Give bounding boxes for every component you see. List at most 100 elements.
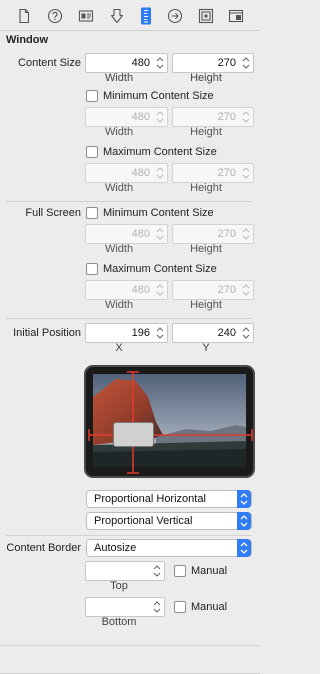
- max-height-stepper[interactable]: 270: [172, 163, 254, 183]
- fs-min-height-caption: Height: [190, 243, 222, 255]
- vertical-position-popup[interactable]: Proportional Vertical: [86, 512, 252, 530]
- content-height-stepper[interactable]: 270: [172, 53, 254, 73]
- position-guides: [88, 371, 253, 474]
- maximum-content-size-checkbox[interactable]: Maximum Content Size: [86, 146, 217, 158]
- checkbox-box[interactable]: [86, 207, 98, 219]
- window-preview-handle[interactable]: [113, 422, 154, 447]
- divider: [6, 535, 252, 536]
- chevron-updown-icon[interactable]: [237, 539, 251, 557]
- max-width-value: 480: [131, 167, 150, 179]
- min-height-value: 270: [217, 111, 236, 123]
- stepper-arrows-icon[interactable]: [155, 227, 165, 241]
- stepper-arrows-icon[interactable]: [241, 227, 251, 241]
- stepper-arrows-icon[interactable]: [155, 56, 165, 70]
- stepper-arrows-icon[interactable]: [241, 283, 251, 297]
- stepper-arrows-icon[interactable]: [152, 600, 162, 614]
- max-height-caption: Height: [190, 182, 222, 194]
- stepper-arrows-icon[interactable]: [152, 564, 162, 578]
- chevron-updown-icon[interactable]: [237, 490, 251, 508]
- stepper-arrows-icon[interactable]: [155, 326, 165, 340]
- chevron-updown-icon[interactable]: [237, 512, 251, 530]
- initial-y-stepper[interactable]: 240: [172, 323, 254, 343]
- section-title-window: Window: [6, 34, 49, 46]
- content-width-stepper[interactable]: 480: [85, 53, 168, 73]
- max-width-stepper[interactable]: 480: [85, 163, 168, 183]
- divider: [0, 645, 260, 646]
- fs-min-width-caption: Width: [104, 243, 134, 255]
- connections-arrow-icon[interactable]: [167, 8, 183, 24]
- stepper-arrows-icon[interactable]: [241, 326, 251, 340]
- fs-max-width-caption: Width: [104, 299, 134, 311]
- fs-max-width-stepper[interactable]: 480: [85, 280, 168, 300]
- fs-maximum-content-size-checkbox[interactable]: Maximum Content Size: [86, 263, 217, 275]
- minimum-content-size-checkbox[interactable]: Minimum Content Size: [86, 90, 214, 102]
- content-border-label: Content Border: [6, 542, 81, 554]
- border-bottom-caption: Bottom: [101, 616, 137, 628]
- initial-x-caption: X: [115, 342, 123, 354]
- minimum-content-size-label: Minimum Content Size: [103, 90, 214, 102]
- min-width-caption: Width: [104, 126, 134, 138]
- checkbox-box[interactable]: [86, 90, 98, 102]
- stepper-arrows-icon[interactable]: [241, 56, 251, 70]
- content-border-popup[interactable]: Autosize: [86, 539, 252, 557]
- max-width-caption: Width: [104, 182, 134, 194]
- horizontal-position-popup[interactable]: Proportional Horizontal: [86, 490, 252, 508]
- border-bottom-stepper[interactable]: [85, 597, 165, 617]
- fs-min-height-value: 270: [217, 228, 236, 240]
- fs-max-height-caption: Height: [190, 299, 222, 311]
- content-border-value: Autosize: [94, 542, 137, 554]
- checkbox-box[interactable]: [174, 565, 186, 577]
- border-top-manual-checkbox[interactable]: Manual: [174, 565, 227, 577]
- fs-max-width-value: 480: [131, 284, 150, 296]
- content-width-caption: Width: [104, 72, 134, 84]
- min-width-stepper[interactable]: 480: [85, 107, 168, 127]
- border-top-stepper[interactable]: [85, 561, 165, 581]
- full-screen-label: Full Screen: [25, 207, 81, 219]
- fs-max-height-value: 270: [217, 284, 236, 296]
- border-top-caption: Top: [110, 580, 128, 592]
- initial-y-value: 240: [217, 327, 236, 339]
- position-preview-monitor[interactable]: [84, 365, 255, 478]
- border-bottom-manual-checkbox[interactable]: Manual: [174, 601, 227, 613]
- identity-icon[interactable]: [78, 8, 94, 24]
- fs-minimum-content-size-label: Minimum Content Size: [103, 207, 214, 219]
- effects-icon[interactable]: [228, 8, 244, 24]
- min-height-stepper[interactable]: 270: [172, 107, 254, 127]
- attributes-icon[interactable]: [109, 8, 125, 24]
- help-icon[interactable]: [47, 8, 63, 24]
- size-ruler-icon[interactable]: [138, 7, 154, 25]
- bindings-icon[interactable]: [198, 8, 214, 24]
- initial-position-label: Initial Position: [13, 327, 81, 339]
- stepper-arrows-icon[interactable]: [241, 166, 251, 180]
- min-height-caption: Height: [190, 126, 222, 138]
- checkbox-box[interactable]: [86, 263, 98, 275]
- content-size-label: Content Size: [18, 57, 81, 69]
- initial-x-value: 196: [131, 327, 150, 339]
- fs-minimum-content-size-checkbox[interactable]: Minimum Content Size: [86, 207, 214, 219]
- stepper-arrows-icon[interactable]: [241, 110, 251, 124]
- file-icon[interactable]: [16, 8, 32, 24]
- max-height-value: 270: [217, 167, 236, 179]
- checkbox-box[interactable]: [86, 146, 98, 158]
- stepper-arrows-icon[interactable]: [155, 110, 165, 124]
- stepper-arrows-icon[interactable]: [155, 283, 165, 297]
- fs-max-height-stepper[interactable]: 270: [172, 280, 254, 300]
- horizontal-position-value: Proportional Horizontal: [94, 493, 206, 505]
- fs-min-width-value: 480: [131, 228, 150, 240]
- content-width-value: 480: [131, 57, 150, 69]
- content-height-value: 270: [217, 57, 236, 69]
- content-height-caption: Height: [190, 72, 222, 84]
- border-bottom-manual-label: Manual: [191, 601, 228, 613]
- maximum-content-size-label: Maximum Content Size: [103, 146, 217, 158]
- stepper-arrows-icon[interactable]: [155, 166, 165, 180]
- divider: [6, 318, 252, 319]
- initial-x-stepper[interactable]: 196: [85, 323, 168, 343]
- min-width-value: 480: [131, 111, 150, 123]
- fs-maximum-content-size-label: Maximum Content Size: [103, 263, 217, 275]
- divider: [6, 201, 252, 202]
- fs-min-height-stepper[interactable]: 270: [172, 224, 254, 244]
- fs-min-width-stepper[interactable]: 480: [85, 224, 168, 244]
- vertical-position-value: Proportional Vertical: [94, 515, 193, 527]
- checkbox-box[interactable]: [174, 601, 186, 613]
- initial-y-caption: Y: [202, 342, 210, 354]
